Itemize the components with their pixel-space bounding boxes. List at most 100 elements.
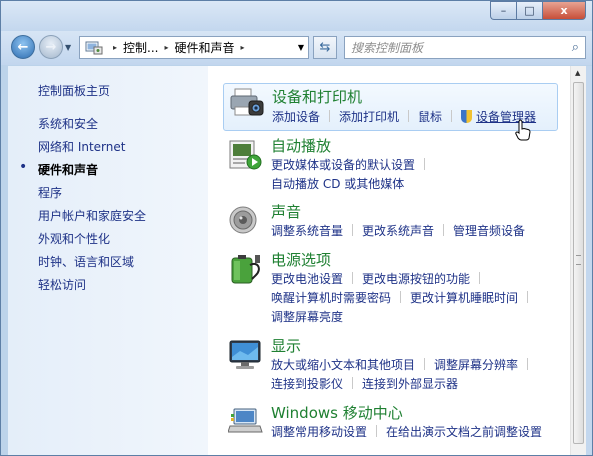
search-box[interactable]: 搜索控制面板 ⌕ <box>344 36 586 59</box>
scroll-grip-icon <box>576 255 581 265</box>
back-button[interactable]: ← <box>11 35 35 59</box>
sidebar-item-programs[interactable]: 程序 <box>38 184 62 201</box>
category-links: 放大或缩小文本和其他项目 调整屏幕分辨率 <box>271 356 537 373</box>
link-mouse[interactable]: 鼠标 <box>418 110 442 124</box>
caption-buttons: – □ x <box>490 1 586 20</box>
maximize-button[interactable]: □ <box>516 1 542 20</box>
address-bar[interactable]: ▸ 控制... ▸ 硬件和声音 ▸ ▼ <box>79 36 309 59</box>
link-manage-audio[interactable]: 管理音频设备 <box>453 224 525 238</box>
scroll-thumb[interactable] <box>573 82 584 444</box>
category-links: 调整常用移动设置 在给出演示文档之前调整设置 <box>271 423 542 440</box>
link-divider <box>329 110 331 122</box>
link-wake-password[interactable]: 唤醒计算机时需要密码 <box>271 291 391 305</box>
category-title[interactable]: 电源选项 <box>271 249 331 270</box>
window-border <box>586 66 592 455</box>
link-screen-brightness[interactable]: 调整屏幕亮度 <box>271 310 343 324</box>
sidebar-item-user-accounts[interactable]: 用户帐户和家庭安全 <box>38 207 146 224</box>
link-divider <box>376 425 378 437</box>
category-power-options: 电源选项 更改电池设置 更改电源按钮的功能 唤醒计算机时需要密码 更改计算机睡眠时间… <box>228 249 563 329</box>
category-title[interactable]: 显示 <box>271 335 301 356</box>
sidebar-home-link[interactable]: 控制面板主页 <box>38 82 110 99</box>
link-divider <box>424 358 426 370</box>
category-autoplay: 自动播放 更改媒体或设备的默认设置 自动播放 CD 或其他媒体 <box>228 135 563 191</box>
link-divider <box>352 224 354 236</box>
link-battery-settings[interactable]: 更改电池设置 <box>271 272 343 286</box>
category-title[interactable]: Windows 移动中心 <box>271 402 403 423</box>
control-panel-icon <box>85 41 103 55</box>
sidebar-item-appearance[interactable]: 外观和个性化 <box>38 230 110 247</box>
link-divider <box>443 224 445 236</box>
category-title[interactable]: 自动播放 <box>271 135 331 156</box>
category-links: 唤醒计算机时需要密码 更改计算机睡眠时间 <box>271 289 537 306</box>
category-mobility-center: Windows 移动中心 调整常用移动设置 在给出演示文档之前调整设置 <box>227 402 563 442</box>
mobility-center-icon <box>227 406 264 438</box>
breadcrumb-separator[interactable]: ▸ <box>164 43 168 52</box>
sidebar-item-hardware-sound[interactable]: 硬件和声音 <box>38 161 98 178</box>
link-change-default-settings[interactable]: 更改媒体或设备的默认设置 <box>271 158 415 172</box>
sidebar-item-network[interactable]: 网络和 Internet <box>38 138 125 155</box>
sidebar-item-ease-of-access[interactable]: 轻松访问 <box>38 276 86 293</box>
link-add-device[interactable]: 添加设备 <box>272 110 320 124</box>
link-external-display[interactable]: 连接到外部显示器 <box>362 377 458 391</box>
link-text-size[interactable]: 放大或缩小文本和其他项目 <box>271 358 415 372</box>
link-divider <box>479 272 481 284</box>
link-sleep-time[interactable]: 更改计算机睡眠时间 <box>410 291 518 305</box>
link-divider <box>408 110 410 122</box>
recent-pages-chevron-icon[interactable]: ▼ <box>65 43 71 52</box>
link-add-printer[interactable]: 添加打印机 <box>339 110 399 124</box>
navigation-bar: ← → ▼ ▸ 控制... ▸ 硬件和声音 ▸ ▼ ⇆ 搜索控制面板 ⌕ <box>1 31 592 65</box>
link-divider <box>527 291 529 303</box>
category-display: 显示 放大或缩小文本和其他项目 调整屏幕分辨率 连接到投影仪 连接到外部显示器 <box>228 335 563 393</box>
hand-cursor-icon <box>515 119 531 141</box>
uac-shield-icon <box>461 110 473 123</box>
sidebar-item-clock-language[interactable]: 时钟、语言和区域 <box>38 253 134 270</box>
title-bar: – □ x <box>1 1 592 31</box>
link-presentation-settings[interactable]: 在给出演示文档之前调整设置 <box>386 425 542 439</box>
category-links: 添加设备 添加打印机 鼠标 设备管理器 <box>272 108 536 125</box>
refresh-icon: ⇆ <box>319 40 331 55</box>
link-screen-resolution[interactable]: 调整屏幕分辨率 <box>434 358 518 372</box>
link-adjust-volume[interactable]: 调整系统音量 <box>271 224 343 238</box>
sidebar: 控制面板主页 系统和安全 网络和 Internet • 硬件和声音 程序 用户帐… <box>8 66 208 455</box>
minimize-button[interactable]: – <box>490 1 516 20</box>
search-placeholder: 搜索控制面板 <box>351 41 424 55</box>
printer-icon <box>229 87 265 119</box>
breadcrumb-separator[interactable]: ▸ <box>241 43 245 52</box>
category-devices-printers[interactable]: 设备和打印机 添加设备 添加打印机 鼠标 设备管理器 <box>223 83 558 131</box>
control-panel-window: – □ x ← → ▼ ▸ 控制... ▸ 硬件和声音 ▸ ▼ ⇆ 搜索控制面板… <box>0 0 593 456</box>
category-links: 自动播放 CD 或其他媒体 <box>271 175 404 192</box>
link-divider <box>352 377 354 389</box>
scroll-up-icon[interactable]: ▲ <box>575 69 580 77</box>
link-divider <box>352 272 354 284</box>
link-connect-projector[interactable]: 连接到投影仪 <box>271 377 343 391</box>
sidebar-item-system-security[interactable]: 系统和安全 <box>38 115 98 132</box>
breadcrumb-hardware-sound[interactable]: 硬件和声音 <box>174 39 234 56</box>
current-item-bullet: • <box>19 159 28 175</box>
category-title[interactable]: 设备和打印机 <box>272 86 362 107</box>
category-links: 调整系统音量 更改系统声音 管理音频设备 <box>271 222 525 239</box>
category-links: 连接到投影仪 连接到外部显示器 <box>271 375 458 392</box>
category-links: 调整屏幕亮度 <box>271 308 343 325</box>
category-links: 更改电池设置 更改电源按钮的功能 <box>271 270 489 287</box>
link-divider <box>400 291 402 303</box>
monitor-icon <box>228 339 264 371</box>
link-power-button[interactable]: 更改电源按钮的功能 <box>362 272 470 286</box>
category-links: 更改媒体或设备的默认设置 <box>271 156 434 173</box>
autoplay-icon <box>228 139 264 171</box>
search-icon[interactable]: ⌕ <box>572 40 579 55</box>
link-autoplay-cd[interactable]: 自动播放 CD 或其他媒体 <box>271 177 404 191</box>
link-divider <box>424 158 426 170</box>
address-dropdown-icon[interactable]: ▼ <box>298 43 304 52</box>
breadcrumb-control-panel[interactable]: 控制... <box>123 39 158 56</box>
breadcrumb-separator[interactable]: ▸ <box>113 43 117 52</box>
vertical-scrollbar[interactable]: ▲ <box>570 66 587 455</box>
category-sound: 声音 调整系统音量 更改系统声音 管理音频设备 <box>228 201 563 241</box>
forward-button[interactable]: → <box>39 35 63 59</box>
link-mobility-settings[interactable]: 调整常用移动设置 <box>271 425 367 439</box>
battery-icon <box>228 253 264 285</box>
refresh-button[interactable]: ⇆ <box>313 36 337 59</box>
link-divider <box>527 358 529 370</box>
category-title[interactable]: 声音 <box>271 201 301 222</box>
link-change-sounds[interactable]: 更改系统声音 <box>362 224 434 238</box>
close-button[interactable]: x <box>542 1 586 20</box>
